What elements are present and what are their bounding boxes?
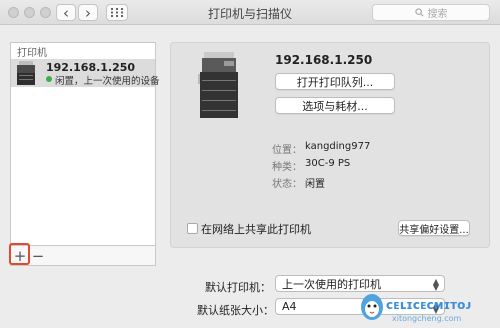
watermark-text: ᴄᴇʟɪᴄᴇᴄᴍɪᴛᴏᴊ <box>386 298 472 312</box>
search-placeholder: 搜索 <box>427 9 448 20</box>
open-print-queue-button[interactable]: 打开打印队列... <box>275 73 395 90</box>
state-value: 闲置 <box>305 179 325 190</box>
kind-label: 种类： <box>272 162 302 173</box>
printer-name: 192.168.1.250 <box>275 53 373 67</box>
location-label: 位置： <box>272 145 302 156</box>
kind-value: 30C-9 PS <box>305 158 351 169</box>
paper-size-value: A4 <box>282 300 297 313</box>
printer-thumbnail-icon <box>17 61 35 85</box>
watermark-logo-icon <box>361 294 383 320</box>
paper-size-label: 默认纸张大小： <box>197 304 274 317</box>
state-label: 状态： <box>272 179 302 190</box>
watermark-subtext: xitongcheng.com <box>392 314 462 323</box>
sharing-preferences-button[interactable]: 共享偏好设置... <box>398 220 470 236</box>
search-icon <box>414 8 424 17</box>
printer-list-item-status: 闲置，上一次使用的设备 <box>55 76 160 87</box>
search-field[interactable]: 搜索 <box>372 4 490 21</box>
default-printer-label: 默认打印机： <box>205 281 271 294</box>
share-printer-label: 在网络上共享此打印机 <box>201 223 311 236</box>
options-supplies-button[interactable]: 选项与耗材... <box>275 97 395 114</box>
default-printer-value: 上一次使用的打印机 <box>282 277 381 291</box>
highlight-annotation <box>9 243 30 265</box>
location-value: kangding977 <box>305 141 371 152</box>
updown-chevron-icon: ▲ ▼ <box>432 277 439 292</box>
default-printer-select[interactable]: 上一次使用的打印机 ▲ ▼ <box>275 275 445 292</box>
printer-image-icon <box>198 52 238 118</box>
remove-printer-button[interactable]: − <box>29 247 47 265</box>
share-printer-checkbox[interactable] <box>187 223 198 234</box>
printer-list-header: 打印机 <box>17 48 47 59</box>
status-dot-icon <box>46 76 52 82</box>
